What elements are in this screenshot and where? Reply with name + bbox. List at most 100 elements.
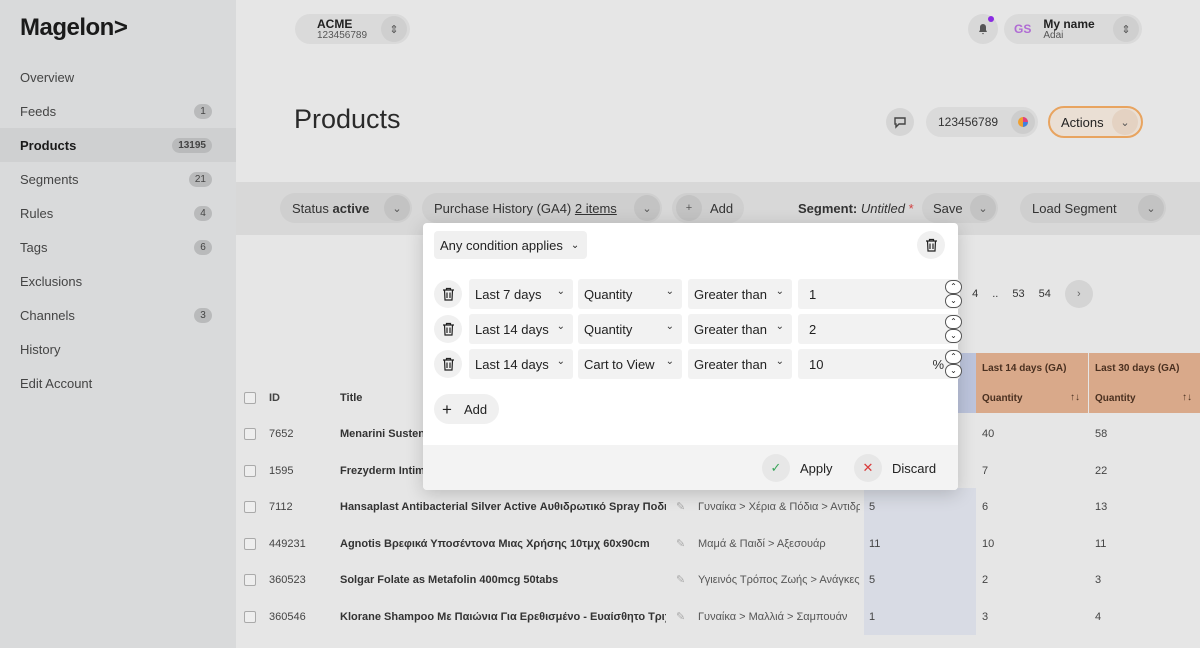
condition-mode-label: Any condition applies bbox=[440, 237, 563, 253]
account-name: ACME bbox=[317, 16, 353, 31]
operator-select[interactable]: Greater than ⌄ bbox=[688, 314, 792, 344]
account-switcher[interactable]: ACME 123456789 ⇕ bbox=[295, 14, 410, 44]
decrement-icon[interactable]: ⌄ bbox=[945, 329, 962, 343]
notifications-button[interactable] bbox=[968, 14, 998, 44]
metric-select[interactable]: Quantity ⌄ bbox=[578, 314, 682, 344]
delete-group-button[interactable] bbox=[917, 231, 945, 259]
row-checkbox[interactable] bbox=[244, 500, 256, 513]
sidebar-item-edit-account[interactable]: Edit Account bbox=[0, 366, 236, 400]
page-title: Products bbox=[294, 104, 401, 134]
app-logo[interactable]: Magelon> bbox=[20, 14, 128, 42]
save-segment-button[interactable]: Save ⌄ bbox=[922, 193, 998, 223]
delete-condition-button[interactable] bbox=[434, 280, 462, 308]
feed-id-pill[interactable]: 123456789 bbox=[926, 107, 1038, 137]
add-condition-button[interactable]: + Add bbox=[434, 394, 500, 424]
avatar: GS bbox=[1014, 22, 1032, 36]
operator-select[interactable]: Greater than ⌄ bbox=[688, 279, 792, 309]
row-category: Γυναίκα > Χέρια & Πόδια > Αντιδρωτικά bbox=[698, 500, 860, 513]
group-header-label: Last 14 days (GA) bbox=[982, 363, 1067, 374]
sidebar: Magelon> Overview Feeds 1 Products 13195 S… bbox=[0, 0, 236, 648]
row-id: 7652 bbox=[269, 427, 294, 440]
value-input[interactable]: 1 ⌃ ⌄ bbox=[798, 279, 963, 309]
color-wheel-icon[interactable] bbox=[1011, 110, 1035, 134]
sidebar-item-products[interactable]: Products 13195 bbox=[0, 128, 236, 162]
period-select[interactable]: Last 14 days ⌄ bbox=[469, 349, 573, 379]
id-header[interactable]: ID bbox=[269, 392, 280, 404]
purchase-history-filter[interactable]: Purchase History (GA4) 2 items ⌄ bbox=[422, 193, 662, 223]
delete-condition-button[interactable] bbox=[434, 350, 462, 378]
add-filter-button[interactable]: + Add bbox=[672, 193, 744, 223]
sidebar-item-channels[interactable]: Channels 3 bbox=[0, 298, 236, 332]
user-menu[interactable]: GS My name Adai ⇕ bbox=[1004, 14, 1142, 44]
value-input[interactable]: 2 ⌃ ⌄ bbox=[798, 314, 963, 344]
table-row[interactable]: 360523 Solgar Folate as Metafolin 400mcg… bbox=[236, 561, 1200, 598]
row-checkbox[interactable] bbox=[244, 573, 256, 586]
count-badge: 21 bbox=[188, 171, 212, 187]
chevron-down-icon: ⌄ bbox=[1112, 109, 1138, 135]
row-title: Hansaplast Antibacterial Silver Active Α… bbox=[340, 500, 666, 513]
edit-icon[interactable]: ✎ bbox=[676, 537, 685, 550]
operator-select[interactable]: Greater than ⌄ bbox=[688, 349, 792, 379]
page-link[interactable]: 54 bbox=[1039, 288, 1051, 300]
metric-select[interactable]: Cart to View ⌄ bbox=[578, 349, 682, 379]
sidebar-item-overview[interactable]: Overview bbox=[0, 60, 236, 94]
edit-icon[interactable]: ✎ bbox=[676, 500, 685, 513]
decrement-icon[interactable]: ⌄ bbox=[945, 364, 962, 378]
status-filter[interactable]: Status active ⌄ bbox=[280, 193, 412, 223]
number-stepper[interactable]: ⌃ ⌄ bbox=[945, 314, 963, 344]
period-select[interactable]: Last 14 days ⌄ bbox=[469, 314, 573, 344]
next-page-button[interactable]: › bbox=[1064, 280, 1093, 308]
row-checkbox[interactable] bbox=[244, 427, 256, 440]
increment-icon[interactable]: ⌃ bbox=[945, 280, 962, 294]
operator-value: Greater than bbox=[694, 286, 767, 302]
condition-mode-select[interactable]: Any condition applies ⌄ bbox=[434, 231, 588, 259]
sidebar-item-history[interactable]: History bbox=[0, 332, 236, 366]
decrement-icon[interactable]: ⌄ bbox=[945, 294, 962, 308]
row-id: 449231 bbox=[269, 537, 306, 550]
segment-indicator: Segment: Untitled * bbox=[798, 201, 914, 216]
period-select[interactable]: Last 7 days ⌄ bbox=[469, 279, 573, 309]
sidebar-item-exclusions[interactable]: Exclusions bbox=[0, 264, 236, 298]
sidebar-item-label: Segments bbox=[20, 171, 79, 187]
number-stepper[interactable]: ⌃ ⌄ bbox=[945, 349, 963, 379]
apply-button[interactable]: ✓ Apply bbox=[762, 454, 833, 482]
sidebar-item-tags[interactable]: Tags 6 bbox=[0, 230, 236, 264]
row-q30: 4 bbox=[1095, 610, 1102, 623]
increment-icon[interactable]: ⌃ bbox=[945, 315, 962, 329]
table-row[interactable]: 7112 Hansaplast Antibacterial Silver Act… bbox=[236, 488, 1200, 525]
load-segment-button[interactable]: Load Segment ⌄ bbox=[1020, 193, 1166, 223]
value-input[interactable]: 10 % ⌃ ⌄ bbox=[798, 349, 963, 379]
page-link[interactable]: 53 bbox=[1012, 288, 1024, 300]
chevron-down-icon: ⌄ bbox=[665, 321, 674, 332]
title-header[interactable]: Title bbox=[340, 392, 420, 404]
actions-dropdown[interactable]: Actions ⌄ bbox=[1048, 106, 1143, 138]
discard-button[interactable]: ✕ Discard bbox=[854, 454, 936, 482]
table-row[interactable]: 360546 Klorane Shampoo Με Παιώνια Για Ερ… bbox=[236, 598, 1200, 635]
sidebar-item-segments[interactable]: Segments 21 bbox=[0, 162, 236, 196]
comment-button[interactable] bbox=[886, 108, 914, 136]
chevron-down-icon: ⌄ bbox=[665, 356, 674, 367]
sidebar-item-rules[interactable]: Rules 4 bbox=[0, 196, 236, 230]
page-link[interactable]: 4 bbox=[972, 288, 978, 300]
row-q7: 5 bbox=[864, 561, 976, 598]
value-text: 10 bbox=[809, 356, 824, 372]
increment-icon[interactable]: ⌃ bbox=[945, 350, 962, 364]
status-filter-label: Status bbox=[292, 200, 329, 216]
sidebar-item-label: Channels bbox=[20, 307, 75, 323]
row-q14: 10 bbox=[982, 537, 995, 550]
select-all-checkbox[interactable] bbox=[244, 392, 256, 404]
edit-icon[interactable]: ✎ bbox=[676, 610, 685, 623]
add-condition-label: Add bbox=[463, 401, 488, 417]
metric-select[interactable]: Quantity ⌄ bbox=[578, 279, 682, 309]
actions-label: Actions bbox=[1061, 114, 1104, 130]
row-id: 360546 bbox=[269, 610, 306, 623]
row-checkbox[interactable] bbox=[244, 537, 256, 550]
metric-value: Quantity bbox=[584, 286, 633, 302]
row-checkbox[interactable] bbox=[244, 610, 256, 623]
number-stepper[interactable]: ⌃ ⌄ bbox=[945, 279, 963, 309]
edit-icon[interactable]: ✎ bbox=[676, 573, 685, 586]
sidebar-item-feeds[interactable]: Feeds 1 bbox=[0, 94, 236, 128]
row-checkbox[interactable] bbox=[244, 464, 256, 477]
table-row[interactable]: 449231 Agnotis Βρεφικά Υποσέντονα Μιας Χ… bbox=[236, 525, 1200, 562]
delete-condition-button[interactable] bbox=[434, 315, 462, 343]
